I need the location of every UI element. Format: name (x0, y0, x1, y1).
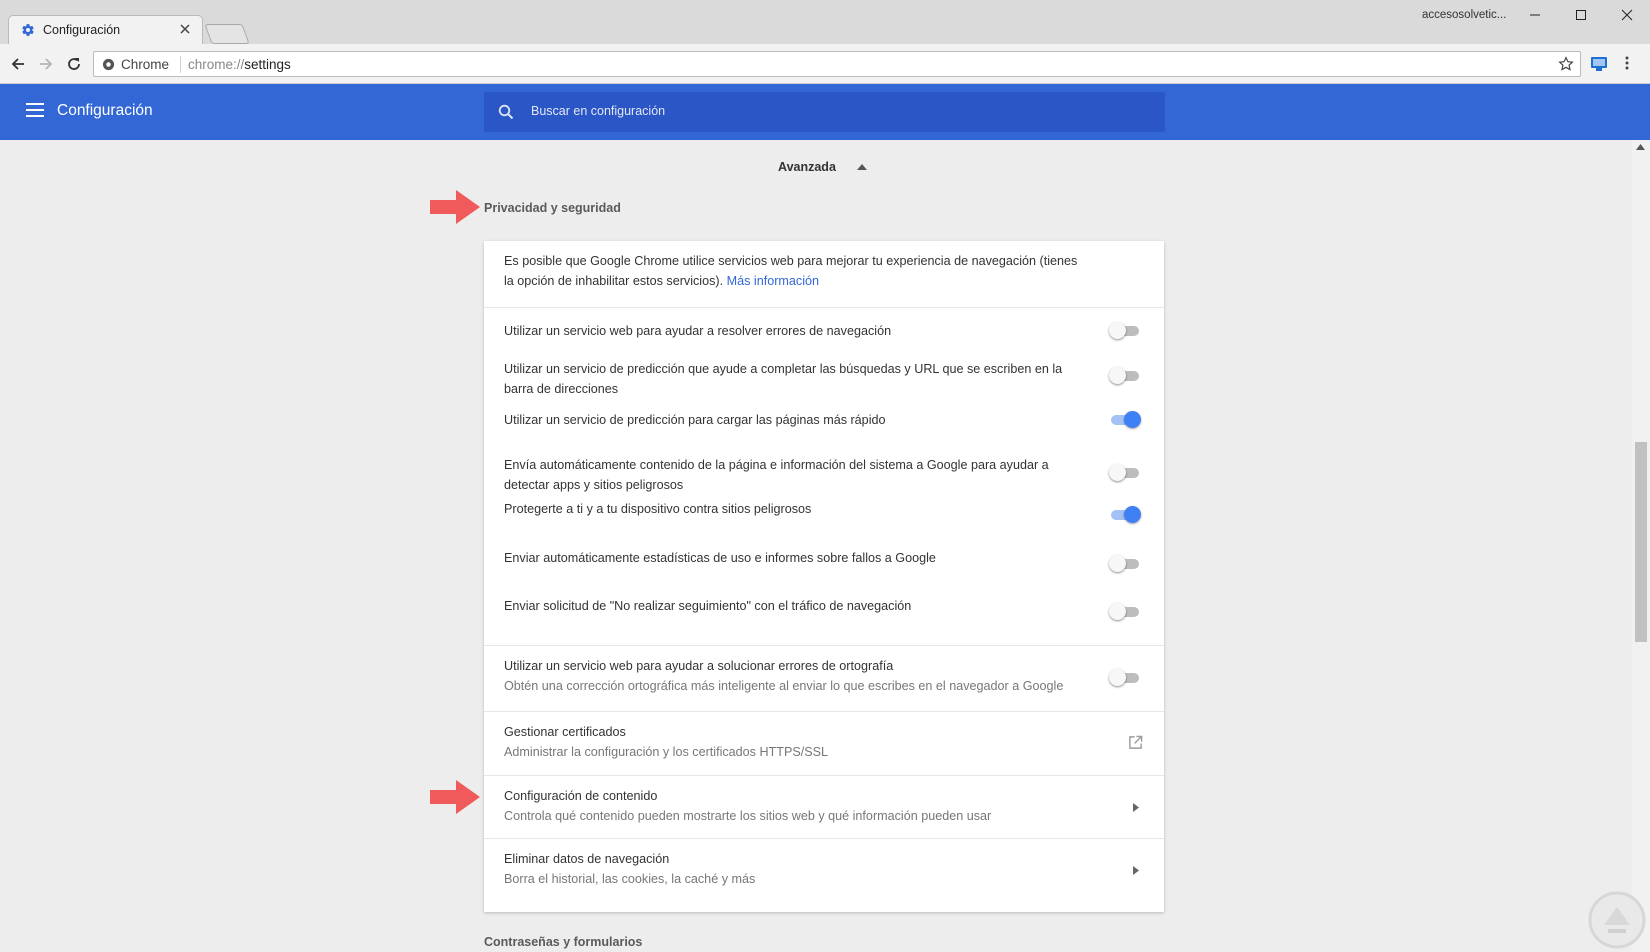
omnibox-origin: Chrome (121, 57, 170, 72)
omnibox-separator (180, 56, 181, 73)
tab-title: Configuración (43, 23, 121, 37)
profile-name[interactable]: accesosolvetic... (1422, 9, 1506, 21)
spelling-subtitle: Obtén una corrección ortográfica más int… (504, 679, 1064, 693)
reload-button[interactable] (64, 54, 84, 74)
toggle-label: Protegerte a ti y a tu dispositivo contr… (504, 502, 812, 516)
toggle-safe-browsing-reports[interactable] (1109, 464, 1139, 481)
scrollbar[interactable] (1632, 140, 1650, 952)
chevron-right-icon[interactable] (1133, 866, 1139, 875)
toggle-label: Enviar automáticamente estadísticas de u… (504, 551, 936, 565)
settings-main: Avanzada Privacidad y seguridad Es posib… (0, 140, 1632, 952)
minimize-button[interactable] (1512, 0, 1558, 30)
toggle-row[interactable]: Protegerte a ti y a tu dispositivo contr… (484, 499, 1164, 548)
menu-icon[interactable] (26, 103, 44, 117)
spelling-title: Utilizar un servicio web para ayudar a s… (504, 659, 894, 673)
watermark-logo-icon (1588, 891, 1646, 949)
more-menu-icon[interactable] (1625, 56, 1629, 70)
annotation-arrow-icon (430, 190, 480, 224)
content-settings-label: Configuración de contenido Controla qué … (504, 786, 1084, 826)
annotation-arrow-icon (430, 780, 480, 814)
bookmark-star-icon[interactable] (1558, 56, 1574, 72)
url-host: settings (244, 57, 291, 72)
clear-data-subtitle: Borra el historial, las cookies, la cach… (504, 872, 756, 886)
spelling-label: Utilizar un servicio web para ayudar a s… (504, 656, 1084, 696)
maximize-button[interactable] (1558, 0, 1604, 30)
certificates-label: Gestionar certificados Administrar la co… (504, 722, 1084, 762)
scroll-up-icon[interactable] (1636, 144, 1645, 150)
close-icon[interactable] (179, 23, 191, 35)
section-title-privacy: Privacidad y seguridad (484, 201, 621, 215)
toggle-usage-stats[interactable] (1109, 555, 1139, 572)
new-tab-button[interactable] (204, 24, 250, 44)
toggle-navigation-errors[interactable] (1109, 322, 1139, 339)
tab-settings[interactable]: Configuración (8, 15, 203, 44)
toggle-search-prediction[interactable] (1109, 367, 1139, 384)
content-settings-row[interactable]: Configuración de contenido Controla qué … (484, 775, 1164, 838)
url-scheme: chrome:// (188, 57, 245, 72)
open-in-new-icon[interactable] (1128, 735, 1143, 750)
forward-button[interactable] (36, 54, 56, 74)
privacy-intro: Es posible que Google Chrome utilice ser… (484, 241, 1164, 307)
extension-icon[interactable] (1590, 56, 1608, 72)
section-title-passwords: Contraseñas y formularios (484, 935, 643, 949)
settings-search-input[interactable]: Buscar en configuración (484, 92, 1165, 132)
page-title: Configuración (57, 102, 153, 119)
gear-icon (21, 23, 35, 37)
search-placeholder: Buscar en configuración (531, 104, 666, 118)
caret-up-icon[interactable] (857, 164, 867, 170)
content-settings-subtitle: Controla qué contenido pueden mostrarte … (504, 809, 992, 823)
toggle-label: Utilizar un servicio de predicción para … (504, 413, 886, 427)
toggle-do-not-track[interactable] (1109, 603, 1139, 620)
scrollbar-thumb[interactable] (1635, 442, 1647, 642)
toggle-label: Envía automáticamente contenido de la pá… (504, 458, 1049, 492)
certificates-subtitle: Administrar la configuración y los certi… (504, 745, 829, 759)
intro-text: Es posible que Google Chrome utilice ser… (504, 251, 1084, 291)
toggle-label: Utilizar un servicio web para ayudar a r… (504, 324, 892, 338)
toggle-label: Utilizar un servicio de predicción que a… (504, 362, 1063, 396)
spelling-row[interactable]: Utilizar un servicio web para ayudar a s… (484, 645, 1164, 711)
back-button[interactable] (8, 54, 28, 74)
certificates-title: Gestionar certificados (504, 725, 626, 739)
settings-header: Configuración Buscar en configuración (0, 84, 1650, 140)
more-info-link[interactable]: Más información (727, 274, 819, 288)
toggle-row[interactable]: Envía automáticamente contenido de la pá… (484, 451, 1164, 499)
close-window-button[interactable] (1604, 0, 1650, 30)
toggle-row[interactable]: Utilizar un servicio de predicción que a… (484, 354, 1164, 402)
advanced-toggle-label[interactable]: Avanzada (778, 160, 836, 174)
content-settings-title: Configuración de contenido (504, 789, 658, 803)
title-bar: Configuración accesosolvetic... (0, 0, 1650, 44)
clear-data-title: Eliminar datos de navegación (504, 852, 670, 866)
toggle-spelling-service[interactable] (1109, 669, 1139, 686)
toggle-page-prediction[interactable] (1111, 411, 1141, 428)
toggle-row[interactable]: Utilizar un servicio web para ayudar a r… (484, 307, 1164, 354)
toggle-row[interactable]: Enviar solicitud de "No realizar seguimi… (484, 596, 1164, 645)
chrome-page-icon (102, 58, 115, 71)
clear-data-label: Eliminar datos de navegación Borra el hi… (504, 849, 1084, 889)
manage-certificates-row[interactable]: Gestionar certificados Administrar la co… (484, 711, 1164, 775)
chevron-right-icon[interactable] (1133, 803, 1139, 812)
toggle-label: Enviar solicitud de "No realizar seguimi… (504, 599, 912, 613)
privacy-card: Es posible que Google Chrome utilice ser… (484, 241, 1164, 912)
toggle-safe-browsing[interactable] (1111, 506, 1141, 523)
address-bar[interactable]: Chrome chrome://settings (93, 51, 1581, 77)
url-text[interactable]: chrome://settings (188, 57, 291, 72)
toggle-row[interactable]: Utilizar un servicio de predicción para … (484, 402, 1164, 451)
toggle-row[interactable]: Enviar automáticamente estadísticas de u… (484, 548, 1164, 596)
clear-browsing-data-row[interactable]: Eliminar datos de navegación Borra el hi… (484, 838, 1164, 902)
browser-toolbar: Chrome chrome://settings (0, 44, 1650, 84)
search-icon (498, 104, 514, 120)
